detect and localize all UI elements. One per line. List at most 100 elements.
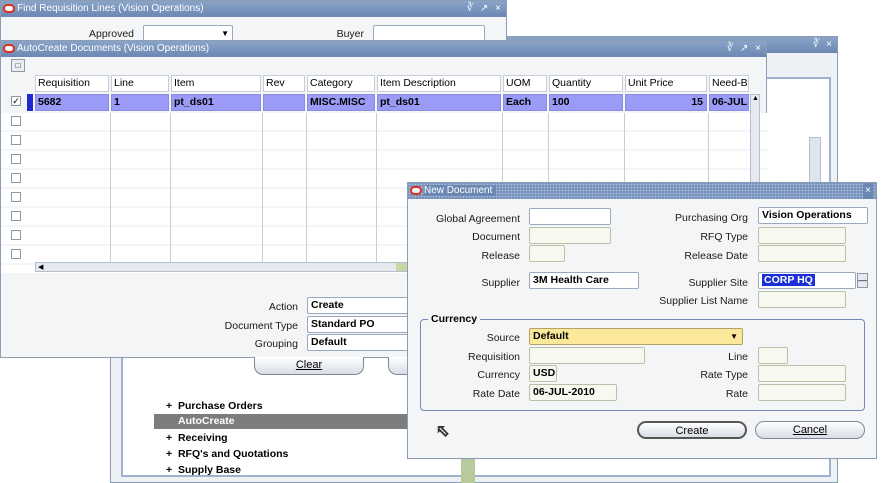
row-select-checkbox[interactable] (11, 173, 21, 183)
requisition-field[interactable] (529, 347, 645, 364)
release-field[interactable] (529, 245, 565, 262)
nav-item-receiving[interactable]: + Receiving (166, 432, 228, 444)
cell-need-by[interactable]: 06-JUL (709, 94, 749, 111)
cell-item-description[interactable]: pt_ds01 (377, 94, 501, 111)
cell-requisition[interactable]: 5682 (35, 94, 109, 111)
cell-quantity[interactable]: 100 (549, 94, 623, 111)
navigator-window-controls[interactable]: ∛ × (813, 37, 834, 53)
line-field[interactable] (758, 347, 788, 364)
oracle-icon (3, 44, 15, 53)
source-value: Default (533, 330, 569, 342)
requisition-label: Requisition (468, 351, 520, 363)
rate-label: Rate (725, 388, 748, 400)
action-value: Create (311, 299, 344, 311)
rate-type-field[interactable] (758, 365, 846, 382)
cell-uom[interactable]: Each (503, 94, 547, 111)
rate-date-label: Rate Date (472, 388, 520, 400)
currency-field[interactable]: USD (529, 365, 557, 382)
grid-horizontal-scrollbar[interactable]: ◀ (35, 262, 415, 272)
row-select-checkbox[interactable] (11, 135, 21, 145)
supplier-site-lov-button[interactable]: — (857, 273, 868, 288)
rfq-type-label: RFQ Type (700, 231, 748, 243)
release-label: Release (481, 250, 520, 262)
row-select-checkbox[interactable] (11, 192, 21, 202)
row-select-checkbox[interactable] (11, 249, 21, 259)
rate-date-value: 06-JUL-2010 (533, 386, 595, 398)
row-select-checkbox[interactable] (11, 230, 21, 240)
column-header-item[interactable]: Item (171, 75, 261, 92)
document-type-value: Standard PO (311, 318, 375, 330)
window-title: AutoCreate Documents (Vision Operations) (17, 43, 210, 54)
supplier-label: Supplier (481, 277, 520, 289)
supplier-site-value: CORP HQ (762, 274, 815, 286)
chevron-down-icon[interactable]: ▼ (730, 329, 738, 344)
autocreate-titlebar: AutoCreate Documents (Vision Operations) (1, 41, 766, 57)
source-dropdown[interactable]: Default ▼ (529, 328, 743, 345)
column-header-category[interactable]: Category (307, 75, 375, 92)
supplier-list-name-field[interactable] (758, 291, 846, 308)
purchasing-org-field[interactable]: Vision Operations (758, 207, 868, 224)
column-header-requisition[interactable]: Requisition (35, 75, 109, 92)
document-type-field[interactable]: Standard PO (307, 316, 417, 333)
column-header-item-description[interactable]: Item Description (377, 75, 501, 92)
supplier-field[interactable]: 3M Health Care (529, 272, 639, 289)
clear-button-label: Clear (295, 359, 323, 371)
row-select-checkbox[interactable] (11, 116, 21, 126)
global-agreement-label: Global Agreement (435, 213, 520, 225)
nav-item-rfqs[interactable]: + RFQ's and Quotations (166, 448, 288, 460)
column-header-quantity[interactable]: Quantity (549, 75, 623, 92)
mouse-cursor-icon: ⬁ (435, 423, 450, 441)
cell-item[interactable]: pt_ds01 (171, 94, 261, 111)
dialog-close-icon[interactable]: × (863, 183, 873, 199)
nav-item-label: AutoCreate (178, 415, 235, 427)
folder-icon[interactable]: □ (11, 59, 25, 72)
row-select-checkbox[interactable] (11, 154, 21, 164)
global-agreement-field[interactable] (529, 208, 611, 225)
column-header-uom[interactable]: UOM (503, 75, 547, 92)
document-field[interactable] (529, 227, 611, 244)
column-header-line[interactable]: Line (111, 75, 169, 92)
grouping-field[interactable]: Default (307, 334, 417, 351)
cell-category[interactable]: MISC.MISC (307, 94, 375, 111)
document-type-label: Document Type (224, 320, 298, 332)
nav-item-label: RFQ's and Quotations (177, 448, 289, 460)
window-title: New Document (424, 185, 497, 196)
row-select-checkbox[interactable] (11, 211, 21, 221)
action-field[interactable]: Create (307, 297, 417, 314)
cancel-button[interactable]: Cancel (755, 421, 865, 439)
release-date-label: Release Date (684, 250, 748, 262)
clear-button[interactable]: Clear (254, 357, 364, 375)
cancel-button-label: Cancel (792, 424, 828, 436)
chevron-down-icon[interactable]: ▼ (221, 26, 229, 41)
nav-item-label: Receiving (177, 432, 228, 444)
column-header-need-by[interactable]: Need-By (709, 75, 749, 92)
nav-item-purchase-orders[interactable]: + Purchase Orders (166, 400, 263, 412)
rate-field[interactable] (758, 384, 846, 401)
nav-item-supply-base[interactable]: + Supply Base (166, 464, 241, 476)
cell-unit-price[interactable]: 15 (625, 94, 707, 111)
cell-rev[interactable] (263, 94, 305, 111)
create-button-label: Create (675, 425, 709, 437)
rate-date-field[interactable]: 06-JUL-2010 (529, 384, 617, 401)
create-button[interactable]: Create (637, 421, 747, 439)
document-label: Document (472, 231, 520, 243)
cell-line[interactable]: 1 (111, 94, 169, 111)
grouping-value: Default (311, 336, 347, 348)
scroll-left-icon[interactable]: ◀ (38, 263, 43, 271)
buyer-label: Buyer (336, 28, 364, 40)
column-header-unit-price[interactable]: Unit Price (625, 75, 707, 92)
oracle-icon (410, 186, 422, 195)
supplier-site-field[interactable]: CORP HQ (758, 272, 856, 289)
scroll-up-icon[interactable]: ▲ (752, 95, 759, 102)
supplier-site-label: Supplier Site (688, 277, 748, 289)
autocreate-window-controls[interactable]: ∛ ↗ × (727, 41, 763, 57)
row-select-checkbox[interactable]: ✓ (11, 96, 21, 106)
currency-value: USD (533, 367, 556, 379)
window-title: Find Requisition Lines (Vision Operation… (17, 3, 204, 14)
oracle-icon (3, 4, 15, 13)
release-date-field[interactable] (758, 245, 846, 262)
rfq-type-field[interactable] (758, 227, 846, 244)
source-label: Source (486, 332, 520, 344)
column-header-rev[interactable]: Rev (263, 75, 305, 92)
find-window-controls[interactable]: ∛ ↗ × (467, 1, 503, 17)
